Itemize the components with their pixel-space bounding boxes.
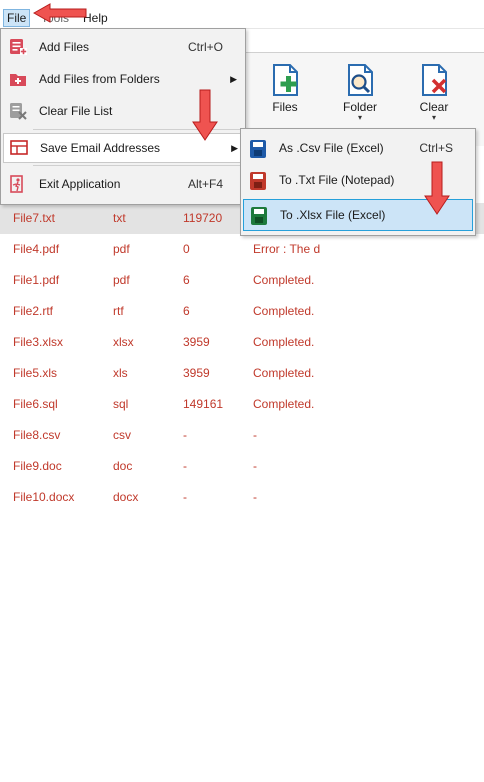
email-count-cell: - [183,428,187,442]
menu-item-shortcut: Alt+F4 [187,177,223,191]
submenu-arrow-icon: ▶ [230,74,237,84]
file-list-row[interactable]: File6.sql sql 149161 Completed. [0,389,484,420]
file-type-cell: docx [113,490,139,504]
file-list-row[interactable]: File10.docx docx - - [0,482,484,513]
file-list-row[interactable]: File3.xlsx xlsx 3959 Completed. [0,327,484,358]
left-arrow-pointer-icon [32,2,88,27]
add-folder-icon [9,70,27,88]
file-name-cell: File4.pdf [13,242,60,256]
file-name-cell: File1.pdf [13,273,60,287]
file-list-row[interactable]: File4.pdf pdf 0 Error : The d [0,234,484,265]
file-list-row[interactable]: File8.csv csv - - [0,420,484,451]
email-count-cell: 119720 [183,211,223,225]
folder-label: Folder [342,100,377,114]
menu-item-label: Exit Application [39,177,121,191]
clear-button[interactable]: Clear ▾ [404,62,464,122]
save-email-icon [10,139,28,157]
submenu-item-label: To .Txt File (Notepad) [279,173,395,187]
files-label: Files [272,100,298,114]
status-cell: Error : The d [253,242,321,256]
email-count-cell: - [183,459,187,473]
menu-item-label: Add Files [39,40,90,54]
submenu-arrow-icon: ▶ [231,143,238,153]
folder-dropdown-icon[interactable]: ▾ [330,114,390,122]
file-type-cell: pdf [113,242,130,256]
add-files-button[interactable]: Files [255,62,315,114]
email-count-cell: 6 [183,273,190,287]
xlsx-save-icon [251,206,267,225]
clear-icon [416,62,452,98]
txt-save-icon [250,171,266,190]
down-arrow-pointer-icon [192,88,218,145]
file-name-cell: File8.csv [13,428,61,442]
folder-search-icon [342,62,378,98]
email-count-cell: 0 [183,242,190,256]
clear-dropdown-icon[interactable]: ▾ [404,114,464,122]
file-name-cell: File10.docx [13,490,75,504]
submenu-item-shortcut: Ctrl+S [419,141,453,155]
file-name-cell: File3.xlsx [13,335,64,349]
exit-icon [9,175,27,193]
menu-item-label: Clear File List [39,104,113,118]
file-name-cell: File2.rtf [13,304,54,318]
email-count-cell: - [183,490,187,504]
add-file-icon [267,62,303,98]
file-type-cell: rtf [113,304,124,318]
status-cell: - [253,428,257,442]
status-cell: Completed. [253,335,315,349]
email-count-cell: 149161 [183,397,224,411]
submenu-item-label: To .Xlsx File (Excel) [280,208,386,222]
csv-save-icon [250,139,266,158]
status-cell: Completed. [253,273,315,287]
email-count-cell: 3959 [183,335,210,349]
file-type-cell: pdf [113,273,130,287]
file-type-cell: xls [113,366,128,380]
down-arrow-pointer-icon [424,160,450,219]
status-cell: - [253,490,257,504]
file-type-cell: csv [113,428,131,442]
file-name-cell: File7.txt [13,211,56,225]
clear-label: Clear [419,100,449,114]
file-list-row[interactable]: File9.doc doc - - [0,451,484,482]
submenu-item-label: As .Csv File (Excel) [279,141,384,155]
submenu-item-csv[interactable]: As .Csv File (Excel) Ctrl+S [243,133,471,163]
file-list-row[interactable]: File5.xls xls 3959 Completed. [0,358,484,389]
file-type-cell: sql [113,397,129,411]
status-cell: Completed. [253,304,315,318]
add-folder-button[interactable]: Folder ▾ [330,62,390,122]
file-type-cell: txt [113,211,126,225]
file-name-cell: File5.xls [13,366,58,380]
menu-item-label: Add Files from Folders [39,72,160,86]
file-list-row[interactable]: File1.pdf pdf 6 Completed. [0,265,484,296]
email-count-cell: 3959 [183,366,210,380]
clear-list-icon [9,102,27,120]
status-cell: Completed. [253,397,315,411]
status-cell: Completed. [253,366,315,380]
file-name-cell: File6.sql [13,397,58,411]
menu-item-add-files[interactable]: Add Files Ctrl+O [3,33,243,61]
file-list-row[interactable]: File2.rtf rtf 6 Completed. [0,296,484,327]
file-type-cell: xlsx [113,335,134,349]
menu-item-label: Save Email Addresses [40,141,161,155]
menu-item-shortcut: Ctrl+O [187,40,223,54]
menu-item-exit-application[interactable]: Exit Application Alt+F4 [3,170,243,198]
file-name-cell: File9.doc [13,459,62,473]
menu-separator [33,165,241,166]
file-type-cell: doc [113,459,133,473]
email-count-cell: 6 [183,304,190,318]
add-files-icon [9,38,27,56]
status-cell: - [253,459,257,473]
menu-file[interactable]: File [3,9,31,27]
